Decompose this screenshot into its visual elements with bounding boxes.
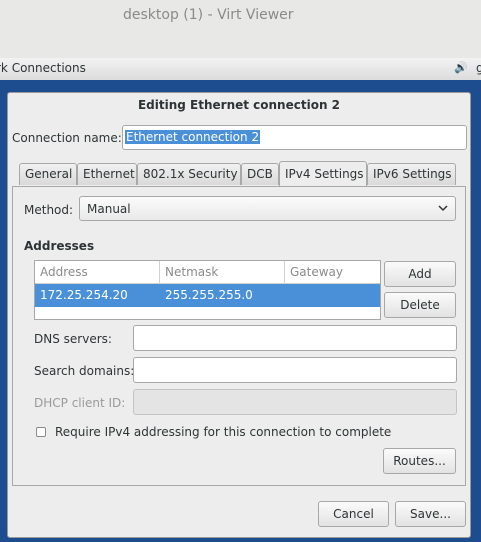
ipv4-settings-panel: Method: Manual Addresses Address Netmask… <box>12 186 466 486</box>
method-value: Manual <box>87 202 131 216</box>
tab-ipv6-settings[interactable]: IPv6 Settings <box>367 163 456 185</box>
method-label: Method: <box>24 203 74 217</box>
require-ipv4-label: Require IPv4 addressing for this connect… <box>55 425 392 439</box>
add-address-button[interactable]: Add <box>384 261 456 287</box>
virt-viewer-titlebar: desktop (1) - Virt Viewer <box>0 0 481 58</box>
tab-general[interactable]: General <box>19 163 77 185</box>
dns-servers-input[interactable] <box>133 325 457 351</box>
tab-ethernet[interactable]: Ethernet <box>77 163 137 185</box>
connection-name-label: Connection name: <box>12 131 122 145</box>
top-bar-overflow-text: g <box>476 61 481 75</box>
top-bar-app-title: rk Connections <box>0 61 86 75</box>
addresses-table[interactable]: Address Netmask Gateway 172.25.254.20 25… <box>34 260 381 320</box>
method-dropdown[interactable]: Manual <box>79 196 456 221</box>
tab-label: IPv4 Settings <box>285 167 364 181</box>
guest-top-bar: rk Connections 🔊 g <box>0 58 481 81</box>
tab-label: IPv6 Settings <box>373 167 452 181</box>
address-cell: 172.25.254.20 <box>40 288 128 302</box>
window-title: desktop (1) - Virt Viewer <box>123 7 294 23</box>
search-domains-input[interactable] <box>133 357 457 383</box>
dialog-title: Editing Ethernet connection 2 <box>137 98 341 112</box>
tab-ipv4-settings[interactable]: IPv4 Settings <box>279 161 367 187</box>
table-row[interactable]: 172.25.254.20 255.255.255.0 <box>35 284 380 307</box>
dns-servers-label: DNS servers: <box>34 332 112 346</box>
connection-name-field[interactable]: Ethernet connection 2 <box>122 125 467 150</box>
cancel-button[interactable]: Cancel <box>318 501 389 527</box>
tab-dcb[interactable]: DCB <box>241 163 279 185</box>
chevron-down-icon <box>437 202 449 217</box>
save-button[interactable]: Save... <box>395 501 466 527</box>
speaker-icon[interactable]: 🔊 <box>454 61 468 74</box>
edit-connection-dialog: Editing Ethernet connection 2 Connection… <box>7 92 471 538</box>
netmask-cell: 255.255.255.0 <box>165 288 253 302</box>
dhcp-client-id-input <box>133 389 457 415</box>
tab-label: General <box>25 167 73 181</box>
routes-button[interactable]: Routes... <box>383 448 456 474</box>
delete-address-button[interactable]: Delete <box>384 292 456 318</box>
column-header-netmask[interactable]: Netmask <box>160 261 285 284</box>
tab-label: DCB <box>247 167 273 181</box>
addresses-heading: Addresses <box>24 239 95 253</box>
tab-label: 802.1x Security <box>143 167 238 181</box>
tab-8021x-security[interactable]: 802.1x Security <box>137 163 241 185</box>
column-header-gateway[interactable]: Gateway <box>285 261 380 284</box>
tab-label: Ethernet <box>83 167 135 181</box>
dhcp-client-id-label: DHCP client ID: <box>34 396 126 410</box>
require-ipv4-checkbox[interactable] <box>36 427 46 437</box>
column-header-address[interactable]: Address <box>35 261 160 284</box>
connection-name-value: Ethernet connection 2 <box>125 130 261 144</box>
search-domains-label: Search domains: <box>34 364 135 378</box>
